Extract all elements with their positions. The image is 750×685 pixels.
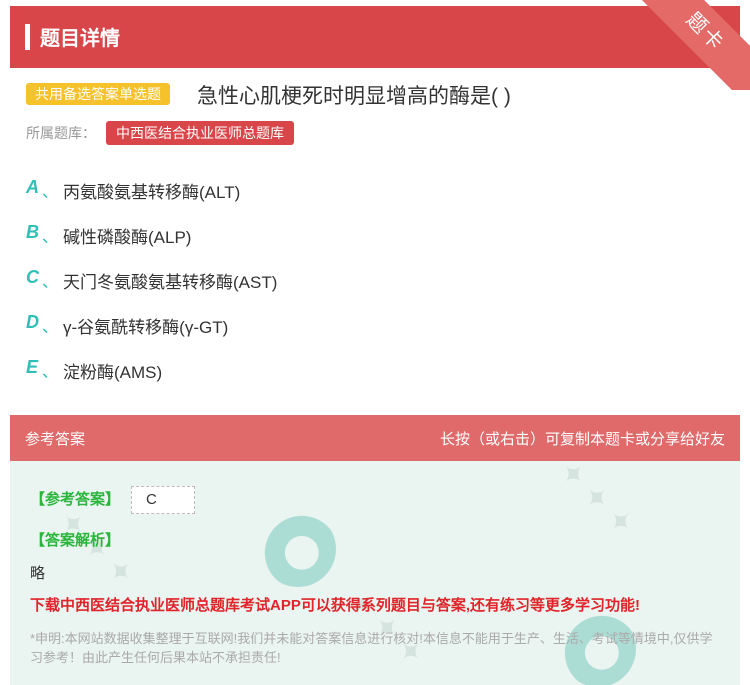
option-letter: C [26,267,39,287]
bank-name-link[interactable]: 中西医结合执业医师总题库 [106,121,294,145]
watermark-logo-icon [260,511,336,587]
option-text: 淀粉酶(AMS) [63,363,163,382]
option-text: 碱性磷酸酶(ALP) [63,228,192,247]
disclaimer-text: *申明:本网站数据收集整理于互联网!我们并未能对答案信息进行核对!本信息不能用于… [30,631,713,665]
option-separator: 、 [42,364,59,381]
analysis-label: 【答案解析】 [30,532,121,549]
app-download-promo[interactable]: 下载中西医结合执业医师总题库考试APP可以获得系列题目与答案,还有练习等更多学习… [30,594,640,615]
option-separator: 、 [42,184,59,201]
bank-label: 所属题库： [26,125,96,141]
answer-value: C [131,486,195,514]
corner-ribbon: 题卡 [640,0,750,90]
question-text: 急性心肌梗死时明显增高的酶是( ) [197,85,511,108]
page-title: 题目详情 [40,28,120,50]
option-letter: B [26,222,39,242]
option-text: 天门冬氨酸氨基转移酶(AST) [63,273,278,292]
option-letter: A [26,177,39,197]
corner-badge: 题卡 [640,0,750,90]
option-separator: 、 [42,274,59,291]
answer-section-body: ✦ ✦ ✦ ✦ ✦ ✦ ✦ ✦ ✦ 【参考答案】 C 【答案解析】 略 下载中西… [10,461,740,685]
watermark-mark: ✦ ✦ ✦ [551,461,641,543]
page-header: 题目详情 [10,6,740,68]
answer-section-title: 参考答案 [25,431,86,448]
title-accent-bar [25,24,30,50]
analysis-text: 略 [30,565,46,582]
option-letter: D [26,312,39,332]
answer-label: 【参考答案】 [30,491,121,508]
answer-section-header: 参考答案 长按（或右击）可复制本题卡或分享给好友 [10,415,740,461]
option-text: 丙氨酸氨基转移酶(ALT) [63,183,241,202]
question-type-tag: 共用备选答案单选题 [26,83,170,105]
share-hint: 长按（或右击）可复制本题卡或分享给好友 [439,431,725,448]
option-separator: 、 [42,319,59,336]
option-text: γ-谷氨酰转移酶(γ-GT) [63,318,229,337]
option-separator: 、 [42,229,59,246]
option-letter: E [26,357,39,377]
